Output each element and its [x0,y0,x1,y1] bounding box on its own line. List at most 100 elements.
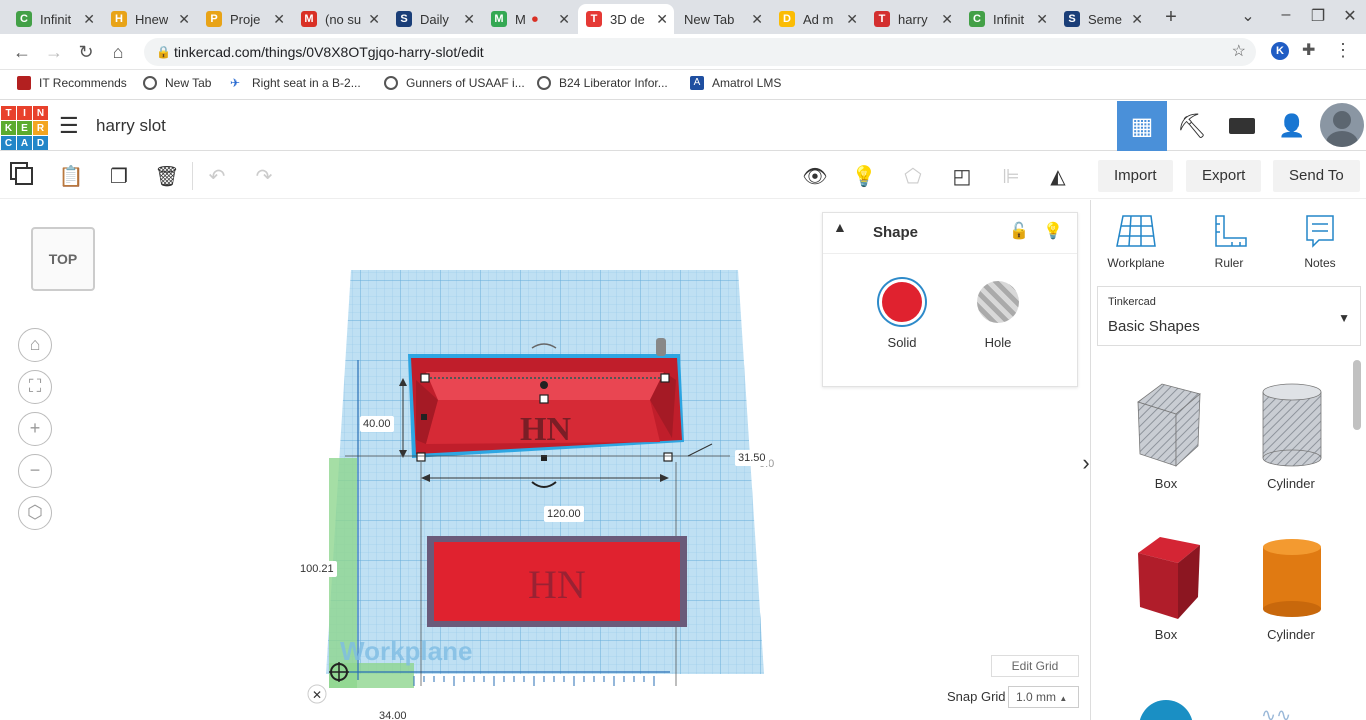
design-list-icon[interactable]: ☰ [59,113,79,139]
ruler-tool[interactable]: Ruler [1194,212,1264,270]
workplane-tool[interactable]: Workplane [1101,212,1171,270]
bookmark-star-icon[interactable]: ☆ [1232,38,1246,66]
snap-grid-select[interactable]: 1.0 mm ▲ [1008,686,1079,708]
tab-close-icon[interactable]: ✕ [463,11,475,28]
fit-view-button[interactable]: ⛶ [18,370,52,404]
shape-library-select[interactable]: Tinkercad Basic Shapes ▼ [1097,286,1361,346]
tab-close-icon[interactable]: ✕ [558,11,570,28]
workspace-canvas[interactable]: HN HN Workplane ✕ TOP ⌂ ⛶ + − ⬡ 40.00 31… [0,200,1090,720]
hole-swatch[interactable] [977,281,1019,323]
browser-tab[interactable]: H Hnew ✕ [103,4,196,34]
tab-close-icon[interactable]: ✕ [751,11,763,28]
depth-dimension[interactable]: 31.50 [735,450,769,466]
notes-toggle-button[interactable]: 👁 [799,160,831,192]
reload-icon[interactable]: ↻ [74,40,98,64]
paste-button[interactable]: 📋 [55,160,87,192]
show-all-button[interactable]: 💡 [848,160,880,192]
view-cube[interactable]: TOP [31,227,95,291]
notes-tool[interactable]: Notes [1285,212,1355,270]
bookmark-item[interactable]: IT Recommends [17,76,127,90]
lock-shape-icon[interactable]: 🔓 [1009,221,1029,241]
send-to-button[interactable]: Send To [1273,160,1360,192]
redo-button[interactable]: ↷ [248,160,280,192]
lock-icon[interactable]: 🔒 [156,38,171,66]
bookmark-item[interactable]: ✈ Right seat in a B-2... [230,76,361,90]
tab-close-icon[interactable]: ✕ [273,11,285,28]
browser-tab[interactable]: C Infinit ✕ [8,4,101,34]
copy-button[interactable] [8,160,40,192]
shape-cylinder-hole[interactable]: Cylinder [1241,380,1341,491]
browser-tab[interactable]: S Daily ✕ [388,4,481,34]
browser-tab[interactable]: M (no su ✕ [293,4,386,34]
restore-icon[interactable]: ❐ [1308,6,1328,26]
browser-tab[interactable]: New Tab ✕ [676,4,769,34]
forward-arrow-icon[interactable]: → [42,40,66,64]
browser-tab[interactable]: D Ad m ✕ [771,4,864,34]
solid-color-swatch[interactable] [879,279,925,325]
perspective-button[interactable]: ⬡ [18,496,52,530]
home-view-button[interactable]: ⌂ [18,328,52,362]
tab-close-icon[interactable]: ✕ [1036,11,1048,28]
bookmark-item[interactable]: Gunners of USAAF i... [384,76,525,90]
avatar[interactable] [1320,103,1364,147]
shape-scribble-partial[interactable]: ∿∿ [1261,705,1321,720]
browser-menu-icon[interactable]: ⋮ [1334,40,1352,61]
new-tab-plus-icon[interactable]: + [1160,6,1182,29]
3d-design-view-button[interactable]: ▦ [1117,101,1167,151]
bookmark-item[interactable]: B24 Liberator Infor... [537,76,668,90]
add-user-button[interactable]: 👤 [1267,101,1317,151]
browser-tab[interactable]: C Infinit ✕ [961,4,1054,34]
browser-tab[interactable]: M M ⏺ ✕ [483,4,576,34]
import-button[interactable]: Import [1098,160,1173,192]
hide-shape-bulb-icon[interactable]: 💡 [1043,221,1063,241]
tab-close-icon[interactable]: ✕ [178,11,190,28]
undo-button[interactable]: ↶ [201,160,233,192]
tab-search-chevron-icon[interactable]: ⌄ [1238,6,1258,26]
design-title[interactable]: harry slot [96,116,166,136]
extension-k-icon[interactable]: K [1271,42,1289,60]
height-dimension[interactable]: 40.00 [360,416,394,432]
tab-close-icon[interactable]: ✕ [656,11,668,28]
collapse-panel-icon[interactable]: ▲ [833,219,847,235]
browser-tab[interactable]: S Seme ✕ [1056,4,1149,34]
export-button[interactable]: Export [1186,160,1262,192]
bookmark-item[interactable]: A Amatrol LMS [690,76,781,90]
tab-close-icon[interactable]: ✕ [83,11,95,28]
align-button[interactable]: ⊫ [995,160,1027,192]
zoom-out-button[interactable]: − [18,454,52,488]
blocks-mode-button[interactable]: ⛏ [1167,101,1217,151]
delete-button[interactable]: 🗑 [151,160,183,192]
extensions-puzzle-icon[interactable]: ✚ [1302,40,1315,60]
sidebar-scrollbar[interactable] [1353,360,1361,430]
bookmark-item[interactable]: New Tab [143,76,211,90]
mirror-button[interactable]: ◭ [1042,160,1074,192]
shape-cylinder[interactable]: Cylinder [1241,535,1341,642]
tinkercad-logo[interactable]: T I N K E R C A D [1,106,48,150]
length-dimension[interactable]: 100.21 [297,561,337,577]
ruler-x-dimension[interactable]: 34.00 [376,708,410,720]
back-arrow-icon[interactable]: ← [10,40,34,64]
shape-handle[interactable] [656,338,666,356]
shape-box-hole[interactable]: Box [1116,380,1216,491]
close-window-icon[interactable]: ✕ [1340,6,1360,26]
tab-close-icon[interactable]: ✕ [941,11,953,28]
shape-sphere-partial[interactable] [1139,700,1193,720]
chevron-right-icon[interactable]: › [1080,440,1090,486]
browser-tab-active[interactable]: T 3D de ✕ [578,4,674,34]
browser-tab[interactable]: Tharry ✕ [866,4,959,34]
tab-close-icon[interactable]: ✕ [846,11,858,28]
group-button[interactable]: ⬠ [897,160,929,192]
ungroup-button[interactable]: ◰ [946,160,978,192]
edit-grid-button[interactable]: Edit Grid [991,655,1079,677]
tab-close-icon[interactable]: ✕ [1131,11,1143,28]
width-dimension[interactable]: 120.00 [544,506,584,522]
duplicate-button[interactable]: ❐ [103,160,135,192]
home-icon[interactable]: ⌂ [106,40,130,64]
tab-close-icon[interactable]: ✕ [368,11,380,28]
bricks-mode-button[interactable] [1217,101,1267,151]
browser-tab[interactable]: P Proje ✕ [198,4,291,34]
zoom-in-button[interactable]: + [18,412,52,446]
minimize-icon[interactable]: – [1276,6,1296,24]
url-field[interactable]: 🔒 tinkercad.com/things/0V8X8OTgjqo-harry… [144,38,1256,66]
shape-box[interactable]: Box [1116,535,1216,642]
